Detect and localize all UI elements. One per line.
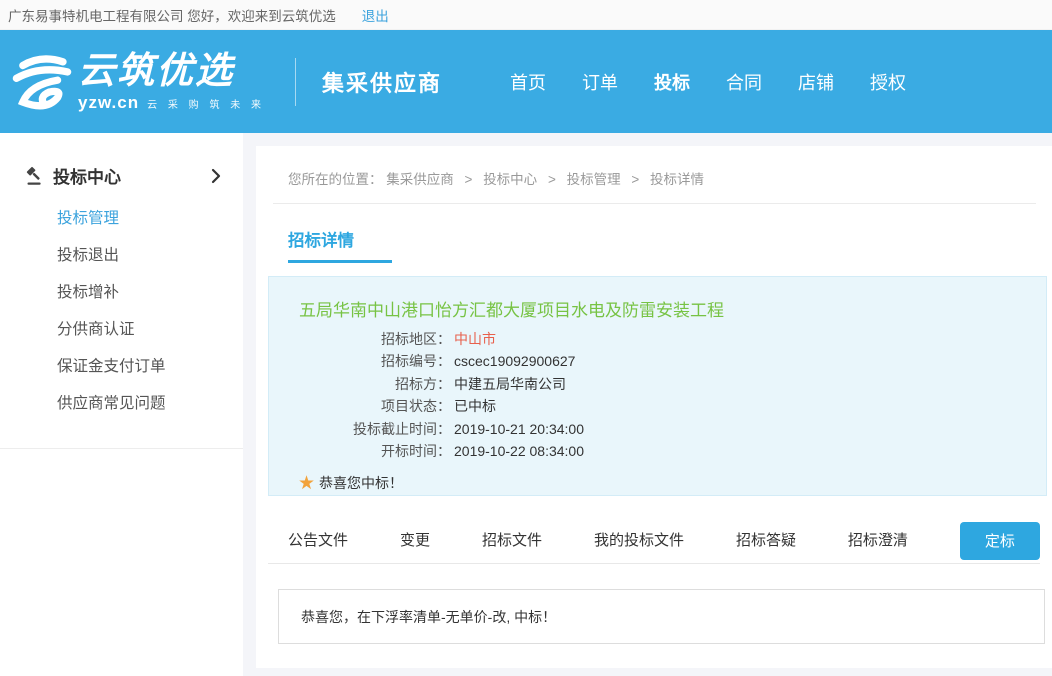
project-info-box: 五局华南中山港口怡方汇都大厦项目水电及防雷安装工程 招标地区： 中山市 招标编号… <box>268 276 1047 496</box>
project-title[interactable]: 五局华南中山港口怡方汇都大厦项目水电及防雷安装工程 <box>269 277 1046 328</box>
sidebar-item-supplier-faq[interactable]: 供应商常见问题 <box>0 385 243 422</box>
star-icon: ★ <box>298 474 315 493</box>
brand-name: 云筑优选 <box>78 52 265 89</box>
nav-item-contracts[interactable]: 合同 <box>726 69 762 95</box>
brand-logo[interactable]: 云筑优选 yzw.cn 云 采 购 筑 未 来 <box>10 49 265 115</box>
detail-tabs: 公告文件 变更 招标文件 我的投标文件 招标答疑 招标澄清 定标 <box>268 518 1040 564</box>
sidebar-item-bid-withdrawal[interactable]: 投标退出 <box>0 237 243 274</box>
breadcrumb-divider <box>273 203 1036 204</box>
app-header: 云筑优选 yzw.cn 云 采 购 筑 未 来 集采供应商 首页 订单 投标 合… <box>0 30 1052 133</box>
chevron-right-icon[interactable] <box>211 168 221 184</box>
header-divider <box>295 58 296 106</box>
tab-tender-details[interactable]: 招标详情 <box>288 227 392 263</box>
congrats-text: 恭喜您中标！ <box>319 473 403 493</box>
field-label: 项目状态： <box>269 395 451 417</box>
main-nav: 首页 订单 投标 合同 店铺 授权 <box>492 69 924 95</box>
breadcrumb-separator: > <box>548 172 556 187</box>
topbar: 广东易事特机电工程有限公司 您好，欢迎来到云筑优选 退出 <box>0 0 1052 30</box>
sidebar-item-bid-supplement[interactable]: 投标增补 <box>0 274 243 311</box>
nav-item-authorization[interactable]: 授权 <box>870 69 906 95</box>
brand-text: 云筑优选 yzw.cn 云 采 购 筑 未 来 <box>78 52 265 111</box>
field-label: 招标编号： <box>269 350 451 372</box>
field-row-tenderer: 招标方： 中建五局华南公司 <box>269 373 1046 395</box>
breadcrumb: 您所在的位置： 集采供应商 > 投标中心 > 投标管理 > 投标详情 <box>256 146 1052 203</box>
logout-link[interactable]: 退出 <box>362 5 389 25</box>
sidebar: 投标中心 投标管理 投标退出 投标增补 分供商认证 保证金支付订单 供应商常见问… <box>0 133 243 676</box>
field-value-tender-no: cscec19092900627 <box>454 350 575 372</box>
page: 广东易事特机电工程有限公司 您好，欢迎来到云筑优选 退出 云筑优选 yzw.cn… <box>0 0 1052 676</box>
tab-tender-clarification[interactable]: 招标澄清 <box>848 518 908 563</box>
tab-tender-qa[interactable]: 招标答疑 <box>736 518 796 563</box>
sidebar-divider <box>0 448 243 449</box>
field-value-opening-time: 2019-10-22 08:34:00 <box>454 440 584 462</box>
sidebar-section-bid-center[interactable]: 投标中心 <box>0 133 243 200</box>
sidebar-item-supplier-certification[interactable]: 分供商认证 <box>0 311 243 348</box>
field-label: 招标方： <box>269 373 451 395</box>
tab-changes[interactable]: 变更 <box>400 518 430 563</box>
field-value-region: 中山市 <box>454 328 496 350</box>
field-row-opening-time: 开标时间： 2019-10-22 08:34:00 <box>269 440 1046 462</box>
field-value-deadline: 2019-10-21 20:34:00 <box>454 418 584 440</box>
main-panel: 您所在的位置： 集采供应商 > 投标中心 > 投标管理 > 投标详情 招标详情 … <box>256 146 1052 668</box>
breadcrumb-prefix: 您所在的位置： <box>288 172 383 187</box>
nav-item-shop[interactable]: 店铺 <box>798 69 834 95</box>
nav-item-home[interactable]: 首页 <box>510 69 546 95</box>
field-label: 招标地区： <box>269 328 451 350</box>
cloud-logo-icon <box>10 49 74 115</box>
field-row-deadline: 投标截止时间： 2019-10-21 20:34:00 <box>269 418 1046 440</box>
field-label: 投标截止时间： <box>269 418 451 440</box>
award-message-box: 恭喜您，在下浮率清单-无单价-改, 中标！ <box>278 589 1045 644</box>
sidebar-title: 投标中心 <box>53 163 211 188</box>
award-message: 恭喜您，在下浮率清单-无单价-改, 中标！ <box>301 609 556 625</box>
congrats-row: ★ 恭喜您中标！ <box>298 473 1046 493</box>
breadcrumb-separator: > <box>631 172 639 187</box>
breadcrumb-item-bid-details: 投标详情 <box>650 172 704 187</box>
field-row-status: 项目状态： 已中标 <box>269 395 1046 417</box>
field-label: 开标时间： <box>269 440 451 462</box>
gavel-icon <box>24 165 45 186</box>
tab-award-button[interactable]: 定标 <box>960 522 1040 560</box>
tab-announcement-files[interactable]: 公告文件 <box>288 518 348 563</box>
tab-my-bid-files[interactable]: 我的投标文件 <box>594 518 684 563</box>
nav-item-bidding[interactable]: 投标 <box>654 69 690 95</box>
breadcrumb-item-bid-management[interactable]: 投标管理 <box>567 172 621 187</box>
breadcrumb-separator: > <box>465 172 473 187</box>
field-row-tender-no: 招标编号： cscec19092900627 <box>269 350 1046 372</box>
brand-slogan: 云 采 购 筑 未 来 <box>147 101 265 111</box>
nav-item-orders[interactable]: 订单 <box>582 69 618 95</box>
field-row-region: 招标地区： 中山市 <box>269 328 1046 350</box>
tab-tender-files[interactable]: 招标文件 <box>482 518 542 563</box>
sidebar-item-bid-management[interactable]: 投标管理 <box>0 200 243 237</box>
welcome-text: 广东易事特机电工程有限公司 您好，欢迎来到云筑优选 <box>8 5 336 25</box>
portal-name: 集采供应商 <box>322 66 442 98</box>
brand-domain: yzw.cn <box>78 94 139 111</box>
breadcrumb-item-supplier[interactable]: 集采供应商 <box>386 172 454 187</box>
field-value-status: 已中标 <box>454 395 496 417</box>
field-value-tenderer: 中建五局华南公司 <box>454 373 566 395</box>
sidebar-item-deposit-orders[interactable]: 保证金支付订单 <box>0 348 243 385</box>
breadcrumb-item-bid-center[interactable]: 投标中心 <box>483 172 537 187</box>
